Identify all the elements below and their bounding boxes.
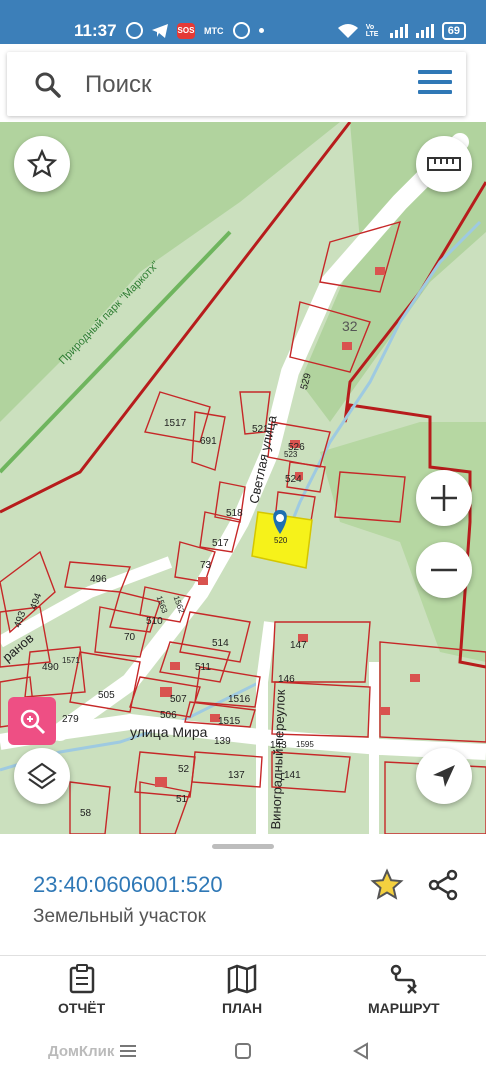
zoom-out-button[interactable]	[416, 542, 472, 598]
map-icon	[227, 964, 257, 994]
mts-icon: МТС	[204, 25, 224, 36]
sheet-drag-handle[interactable]	[212, 844, 274, 849]
parcel-label: 1517	[164, 418, 187, 429]
my-location-button[interactable]	[416, 748, 472, 804]
object-info-sheet[interactable]: 23:40:0606001:520 Земельный участок	[0, 834, 486, 954]
parcel-label: 51	[176, 794, 188, 805]
telegram-icon	[152, 23, 168, 38]
plus-icon	[431, 485, 457, 511]
viber-icon	[126, 22, 143, 39]
parcel-label: 1516	[228, 694, 251, 705]
status-right: Vo LTE 69	[337, 22, 466, 40]
parcel-label: 1595	[296, 740, 314, 749]
parcel-label: 279	[62, 714, 79, 725]
parcel-label: 524	[285, 474, 302, 485]
parcel-label: 147	[290, 640, 307, 651]
object-type: Земельный участок	[33, 906, 206, 927]
parcel-label-selected: 520	[274, 536, 288, 545]
report-icon	[69, 964, 94, 994]
parcel-label: 514	[212, 638, 229, 649]
ruler-icon	[427, 157, 461, 171]
house-number-label: 32	[342, 318, 358, 334]
home-icon[interactable]	[234, 1042, 252, 1060]
star-icon[interactable]	[370, 868, 404, 902]
nav-plan-label: ПЛАН	[222, 1000, 263, 1016]
minus-icon	[431, 568, 457, 572]
signal-icon-2	[415, 24, 434, 38]
recent-apps-icon[interactable]	[118, 1043, 138, 1059]
parcel-label: 507	[170, 694, 187, 705]
share-icon[interactable]	[426, 868, 460, 902]
map-view[interactable]: Природный парк "Маркотх" Светлая улица у…	[0, 122, 486, 834]
nav-route-label: МАРШРУТ	[368, 1000, 440, 1016]
parcel-label: 1515	[218, 716, 241, 727]
status-time: 11:37	[74, 21, 117, 40]
layers-button[interactable]	[14, 748, 70, 804]
search-area-button[interactable]	[8, 697, 56, 745]
parcel-label: 137	[228, 770, 245, 781]
sos-icon: SOS	[177, 22, 195, 39]
layers-icon	[27, 762, 57, 790]
ruler-button[interactable]	[416, 136, 472, 192]
notification-dot-icon	[258, 28, 264, 33]
nav-report[interactable]: ОТЧЁТ	[58, 964, 105, 1016]
parcel-label: 521	[252, 424, 269, 435]
watermark: ДомКлик	[48, 1043, 115, 1060]
parcel-label: 141	[284, 770, 301, 781]
menu-icon[interactable]	[418, 70, 452, 96]
search-bar	[7, 52, 466, 116]
search-icon[interactable]	[35, 72, 61, 98]
parcel-label: 517	[212, 538, 229, 549]
parcel-label: 691	[200, 436, 217, 447]
map-canvas[interactable]	[0, 122, 486, 834]
wifi-icon	[337, 24, 358, 38]
parcel-label: 496	[90, 574, 107, 585]
street-mira-label: улица Мира	[130, 724, 208, 740]
parcel-label: 52	[178, 764, 190, 775]
parcel-label: 511	[195, 662, 211, 673]
parcel-label: 510	[146, 616, 163, 627]
signal-icon	[389, 24, 408, 38]
parcel-label: 523	[284, 450, 298, 459]
hh-icon	[232, 22, 250, 39]
system-nav-bar: ДомКлик	[0, 1025, 486, 1080]
back-icon[interactable]	[352, 1042, 370, 1060]
parcel-label: 58	[80, 808, 92, 819]
parcel-label: 73	[200, 560, 212, 571]
nav-route[interactable]: МАРШРУТ	[368, 964, 440, 1016]
parcel-label: 518	[226, 508, 243, 519]
search-area-icon	[20, 709, 46, 735]
cadastral-number: 23:40:0606001:520	[33, 872, 223, 897]
parcel-label: 146	[278, 674, 295, 685]
bottom-nav: ОТЧЁТ ПЛАН МАРШРУТ	[0, 955, 486, 1026]
parcel-label: 70	[124, 632, 136, 643]
parcel-label: 505	[98, 690, 115, 701]
parcel-label: 1571	[62, 656, 80, 665]
route-icon	[390, 964, 417, 994]
status-bar: 11:37 SOS МТС Vo LTE 69	[0, 0, 486, 44]
volte-icon: Vo LTE	[365, 24, 379, 38]
parcel-label: 143	[270, 740, 287, 751]
battery-icon: 69	[441, 22, 466, 40]
parcel-label: 490	[42, 662, 59, 673]
navigation-arrow-icon	[433, 765, 455, 787]
favorites-button[interactable]	[14, 136, 70, 192]
nav-report-label: ОТЧЁТ	[58, 1000, 106, 1016]
zoom-in-button[interactable]	[416, 470, 472, 526]
parcel-label: 139	[214, 736, 231, 747]
search-input[interactable]	[83, 66, 387, 104]
status-icons: SOS МТС	[126, 22, 264, 39]
parcel-label: 506	[160, 710, 177, 721]
nav-plan[interactable]: ПЛАН	[222, 964, 262, 1016]
star-icon	[27, 149, 57, 178]
